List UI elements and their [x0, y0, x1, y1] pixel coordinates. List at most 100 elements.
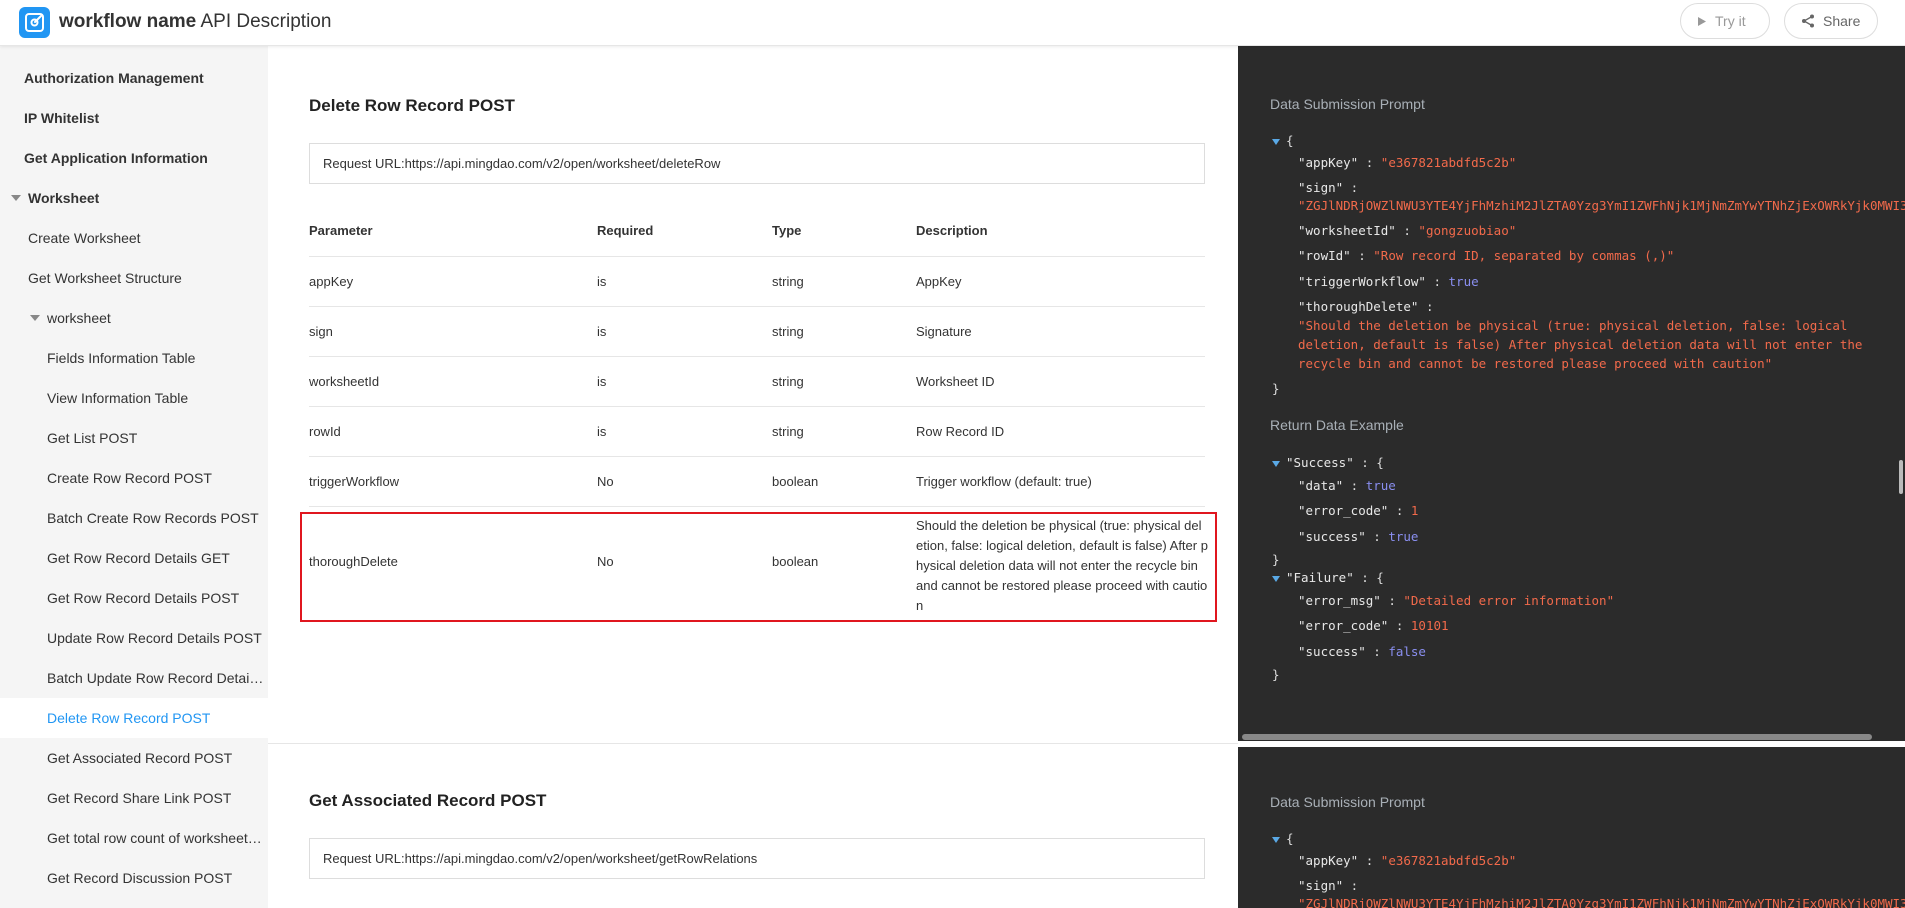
- json-key: "sign": [1298, 180, 1344, 195]
- sidebar-item-label: Authorization Management: [24, 70, 204, 86]
- code-line: "triggerWorkflow" : true: [1298, 274, 1479, 289]
- json-value: "Should the deletion be physical (true: …: [1298, 318, 1848, 333]
- json-value: true: [1388, 529, 1419, 544]
- json-value: 10101: [1410, 618, 1449, 633]
- request-url-box: Request URL:https://api.mingdao.com/v2/o…: [309, 143, 1205, 184]
- code-line: "Failure" : {: [1272, 569, 1384, 587]
- column-header-type: Type: [772, 223, 802, 238]
- sidebar-item-get-row-details-post[interactable]: Get Row Record Details POST: [0, 578, 268, 618]
- request-url-box: Request URL:https://api.mingdao.com/v2/o…: [309, 838, 1205, 879]
- sidebar-item-get-app-info[interactable]: Get Application Information: [0, 138, 268, 178]
- sidebar-item-label: Get List POST: [47, 430, 138, 446]
- param-type: string: [772, 374, 804, 389]
- sidebar-item-label: Get Application Information: [24, 150, 208, 166]
- vertical-scrollbar[interactable]: [1899, 460, 1903, 494]
- json-key: "success": [1298, 644, 1366, 659]
- sidebar-item-label: Create Row Record POST: [47, 470, 212, 486]
- section-title: Get Associated Record POST: [309, 791, 547, 810]
- param-description: AppKey: [916, 274, 962, 289]
- request-url: Request URL:https://api.mingdao.com/v2/o…: [323, 156, 721, 171]
- json-value: deletion, default is false) After physic…: [1298, 337, 1863, 352]
- sidebar-item-create-worksheet[interactable]: Create Worksheet: [0, 218, 268, 258]
- param-required: is: [597, 424, 607, 439]
- code-line: "error_code" : 1: [1298, 503, 1419, 518]
- sidebar-item-authorization[interactable]: Authorization Management: [0, 58, 268, 98]
- title-suffix: API Description: [196, 11, 332, 32]
- json-value: "ZGJlNDRjOWZlNWU3YTE4YjFhMzhiM2JlZTA0Yzg…: [1298, 896, 1905, 908]
- sidebar-item-worksheet-group[interactable]: Worksheet: [0, 178, 268, 218]
- sidebar-item-view-info-table[interactable]: View Information Table: [0, 378, 268, 418]
- json-value: true: [1448, 274, 1479, 289]
- share-button[interactable]: Share: [1784, 3, 1878, 39]
- request-url: Request URL:https://api.mingdao.com/v2/o…: [323, 851, 758, 866]
- json-key: "appKey": [1298, 155, 1359, 170]
- column-header-required: Required: [597, 223, 654, 238]
- sidebar-item-get-worksheet-structure[interactable]: Get Worksheet Structure: [0, 258, 268, 298]
- code-line: }: [1272, 381, 1280, 396]
- collapse-triangle-icon[interactable]: [1272, 138, 1280, 145]
- sidebar-item-worksheet-subgroup[interactable]: worksheet: [0, 298, 268, 338]
- return-data-heading: Return Data Example: [1270, 417, 1404, 433]
- sidebar-item-get-total-row-count[interactable]: Get total row count of worksheet POST: [0, 818, 268, 858]
- sidebar-item-label: Get Row Record Details POST: [47, 590, 240, 606]
- code-line: "appKey" : "e367821abdfd5c2b": [1298, 155, 1517, 170]
- table-divider: [309, 256, 1205, 257]
- json-key: "worksheetId": [1298, 223, 1396, 238]
- json-value: 1: [1410, 503, 1419, 518]
- sidebar-item-update-row-details[interactable]: Update Row Record Details POST: [0, 618, 268, 658]
- sidebar-item-ip-whitelist[interactable]: IP Whitelist: [0, 98, 268, 138]
- main-content: Delete Row Record POST Request URL:https…: [268, 46, 1238, 908]
- json-key: "Failure": [1286, 570, 1354, 585]
- json-value: true: [1365, 478, 1396, 493]
- sidebar-item-label: Get total row count of worksheet POST: [47, 830, 265, 846]
- param-name: rowId: [309, 424, 341, 439]
- sidebar-item-get-associated-record[interactable]: Get Associated Record POST: [0, 738, 268, 778]
- param-description: Signature: [916, 324, 972, 339]
- sidebar-item-batch-create-rows[interactable]: Batch Create Row Records POST: [0, 498, 268, 538]
- collapse-triangle-icon[interactable]: [1272, 575, 1280, 582]
- param-required: is: [597, 374, 607, 389]
- json-key: "thoroughDelete": [1298, 299, 1419, 314]
- param-description: Worksheet ID: [916, 374, 995, 389]
- code-line: "success" : false: [1298, 644, 1426, 659]
- sidebar-item-batch-update-rows[interactable]: Batch Update Row Record Details POST: [0, 658, 268, 698]
- sidebar-item-get-record-discussion[interactable]: Get Record Discussion POST: [0, 858, 268, 898]
- param-required: is: [597, 274, 607, 289]
- sidebar-item-get-row-details-get[interactable]: Get Row Record Details GET: [0, 538, 268, 578]
- sidebar-item-label: IP Whitelist: [24, 110, 100, 126]
- code-line: {: [1272, 830, 1294, 848]
- code-section-divider: [1238, 741, 1905, 747]
- code-line: "data" : true: [1298, 478, 1396, 493]
- sidebar-item-label: Update Row Record Details POST: [47, 630, 262, 646]
- param-required: No: [597, 474, 614, 489]
- code-panel[interactable]: Data Submission Prompt { "appKey" : "e36…: [1238, 46, 1905, 908]
- json-key: "appKey": [1298, 853, 1359, 868]
- param-type: string: [772, 274, 804, 289]
- sidebar-item-get-list[interactable]: Get List POST: [0, 418, 268, 458]
- sidebar-item-label: Delete Row Record POST: [47, 710, 211, 726]
- param-name: sign: [309, 324, 333, 339]
- code-line: "worksheetId" : "gongzuobiao": [1298, 223, 1517, 238]
- param-name: appKey: [309, 274, 354, 289]
- collapse-triangle-icon[interactable]: [1272, 836, 1280, 843]
- sidebar-nav: Authorization Management IP Whitelist Ge…: [0, 46, 268, 908]
- sidebar-item-delete-row[interactable]: Delete Row Record POST: [0, 698, 268, 738]
- sidebar-item-label: View Information Table: [47, 390, 189, 406]
- json-value: "e367821abdfd5c2b": [1380, 853, 1517, 868]
- try-it-button[interactable]: Try it: [1680, 3, 1770, 39]
- highlighted-row-outline: [300, 512, 1217, 622]
- share-icon: [1802, 14, 1814, 28]
- data-submission-heading: Data Submission Prompt: [1270, 794, 1425, 810]
- sidebar-item-label: Get Associated Record POST: [47, 750, 233, 766]
- sidebar-item-create-row[interactable]: Create Row Record POST: [0, 458, 268, 498]
- code-line: "error_msg" : "Detailed error informatio…: [1298, 593, 1615, 608]
- code-line: "appKey" : "e367821abdfd5c2b": [1298, 853, 1517, 868]
- sidebar-item-fields-info-table[interactable]: Fields Information Table: [0, 338, 268, 378]
- horizontal-scrollbar[interactable]: [1242, 734, 1872, 740]
- collapse-triangle-icon[interactable]: [1272, 460, 1280, 467]
- sidebar-item-get-share-link[interactable]: Get Record Share Link POST: [0, 778, 268, 818]
- json-key: "success": [1298, 529, 1366, 544]
- code-line: "Should the deletion be physical (true: …: [1298, 317, 1847, 335]
- json-value: false: [1388, 644, 1426, 659]
- sidebar-item-label: Worksheet: [28, 190, 100, 206]
